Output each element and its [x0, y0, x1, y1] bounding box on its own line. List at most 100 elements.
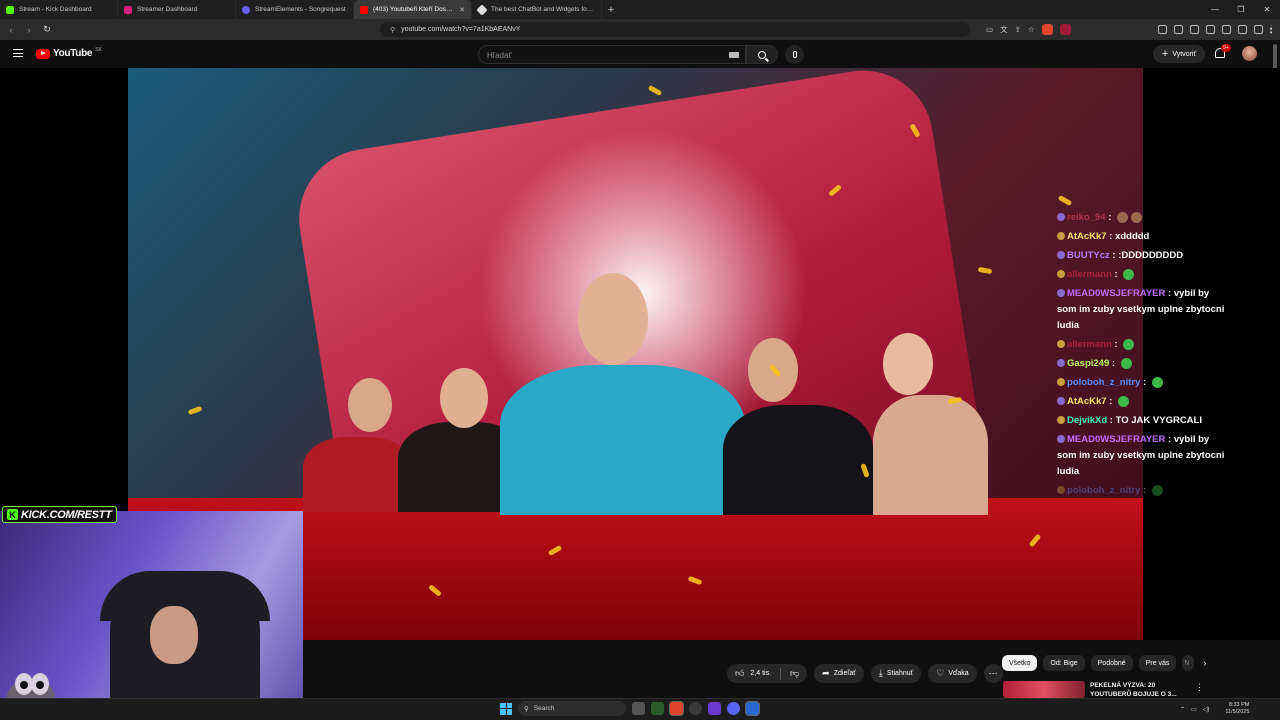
tray-chevron-icon[interactable]: ⌃ [1180, 706, 1185, 713]
thanks-label: Vďaka [948, 670, 969, 677]
chip-for-you[interactable]: Pre vás [1138, 655, 1177, 671]
system-clock[interactable]: 8:33 PM 11/5/2025 [1225, 702, 1249, 716]
chat-username: Gaspi249 [1067, 358, 1110, 369]
screen: Stream - Kick Dashboard Streamer Dashboa… [0, 0, 1280, 720]
taskbar-search[interactable]: ⚲ Search [518, 701, 626, 716]
tab-chatbot[interactable]: The best ChatBot and Widgets for Kick [472, 0, 602, 19]
chip-similar[interactable]: Podobné [1090, 655, 1133, 671]
extension-icon[interactable] [1158, 25, 1167, 34]
network-icon[interactable]: ▭ [1191, 706, 1197, 713]
windows-taskbar: ⚲ Search ⌃ ▭ ◁) 8:33 PM 11/5/2025 [0, 698, 1280, 720]
cast-icon[interactable]: ▭ [986, 25, 993, 34]
discord-icon[interactable] [727, 702, 740, 715]
more-actions-icon[interactable]: ⋯ [983, 664, 1003, 683]
voice-search-button[interactable] [785, 45, 804, 64]
keyboard-icon[interactable] [729, 52, 739, 58]
create-button[interactable]: + Vytvoriť [1153, 45, 1205, 63]
extension-icon[interactable] [1206, 25, 1215, 34]
divider [780, 667, 782, 680]
avatar[interactable] [1242, 46, 1257, 61]
badge-icon [1057, 359, 1065, 368]
close-window-icon[interactable]: ✕ [1254, 0, 1280, 19]
xbox-icon[interactable] [651, 702, 664, 715]
extension-icon[interactable] [1254, 25, 1263, 34]
address-actions: ▭ 文 ⇪ ☆ [986, 24, 1071, 35]
kick-channel-label: K KICK.COM/RESTT [2, 506, 117, 523]
chip-all[interactable]: Všetko [1002, 655, 1038, 671]
volume-icon[interactable]: ◁) [1203, 706, 1210, 713]
recommended-title[interactable]: PEKELNÁ VÝZVA: 20 YOUTUBERŮ BOJUJE O 3..… [1090, 681, 1190, 698]
tab-label: The best ChatBot and Widgets for Kick [491, 6, 595, 13]
chat-username: poloboh_z_nitry [1067, 485, 1141, 496]
chat-username: AtAcKk7 [1067, 396, 1107, 407]
chat-username: MEAD0WSJEFRAYER [1067, 288, 1166, 299]
video-actions: 👍︎ 2,4 tis. 👎︎ ➦ Zdieľať ⤓ Stiahnuť ♡ Vď… [727, 664, 1003, 683]
download-label: Stiahnuť [886, 670, 914, 677]
extension-icon[interactable] [1238, 25, 1247, 34]
url-text: youtube.com/watch?v=7a1KbAEANvY [401, 26, 521, 33]
back-icon[interactable]: ‹ [6, 25, 16, 35]
reload-icon[interactable]: ↻ [42, 24, 52, 35]
chip-truncated[interactable]: N [1182, 655, 1195, 671]
extension-icon[interactable] [1190, 25, 1199, 34]
chat-username: BUUTYcz [1067, 250, 1110, 261]
chat-message: poloboh_z_nitry : [1057, 375, 1225, 391]
spark [977, 266, 993, 275]
chat-separator: : [1109, 250, 1119, 261]
rewards-icon[interactable] [1059, 24, 1071, 35]
translate-icon[interactable]: 文 [1000, 24, 1008, 35]
brave-shield-icon[interactable] [1041, 24, 1053, 35]
thumbs-up-icon: 👍︎ [735, 668, 745, 678]
menu-icon[interactable] [1270, 25, 1274, 34]
file-explorer-icon[interactable] [632, 702, 645, 715]
clock-time: 8:33 PM [1228, 702, 1250, 708]
twitch-icon[interactable] [708, 702, 721, 715]
extension-icon[interactable] [1222, 25, 1231, 34]
recommended-menu-icon[interactable]: ⋮ [1195, 682, 1204, 693]
obs-icon[interactable] [745, 701, 760, 716]
hamburger-menu-icon[interactable] [13, 49, 23, 57]
search-icon: ⚲ [524, 705, 529, 713]
chat-separator: : [1106, 396, 1116, 407]
tab-youtube-active[interactable]: (403) Youtubeři Kteří Dostali... ✕ [354, 0, 472, 19]
tab-kick-dashboard[interactable]: Stream - Kick Dashboard [0, 0, 118, 19]
notification-badge: 9+ [1221, 44, 1231, 52]
minimize-icon[interactable]: — [1202, 0, 1228, 19]
share-icon: ➦ [822, 668, 830, 678]
bookmark-icon[interactable]: ☆ [1028, 25, 1035, 34]
country-code: SK [95, 46, 102, 53]
search-placeholder: Hľadať [487, 51, 512, 60]
search-input[interactable]: Hľadať [478, 45, 746, 64]
tab-streamer-dashboard[interactable]: Streamer Dashboard [118, 0, 236, 19]
recommended-thumbnail[interactable] [1003, 681, 1085, 698]
search-icon [758, 50, 766, 59]
plus-icon: + [1161, 48, 1169, 60]
chat-separator: : [1107, 415, 1116, 426]
chevron-right-icon[interactable]: › [1203, 658, 1206, 668]
share-page-icon[interactable]: ⇪ [1015, 25, 1021, 34]
tab-streamelements[interactable]: StreamElements - Songrequest [236, 0, 354, 19]
badge-icon [1057, 486, 1065, 495]
windows-start-icon[interactable] [500, 702, 512, 715]
search-button[interactable] [746, 45, 778, 64]
extension-icon[interactable] [1174, 25, 1183, 34]
related-filter-chips: Všetko Od: Bige Podobné Pre vás N › [1002, 655, 1206, 671]
thumbs-down-icon[interactable]: 👎︎ [790, 668, 799, 679]
new-tab-button[interactable]: + [602, 0, 620, 19]
url-field[interactable]: ⚲ youtube.com/watch?v=7a1KbAEANvY [380, 22, 970, 37]
download-button[interactable]: ⤓ Stiahnuť [870, 664, 922, 683]
thanks-button[interactable]: ♡ Vďaka [928, 664, 977, 683]
steam-icon[interactable] [689, 702, 702, 715]
site-info-icon[interactable]: ⚲ [390, 26, 395, 34]
chat-username: DejvikXd [1067, 415, 1108, 426]
youtube-logo[interactable]: YouTube SK [36, 46, 102, 59]
close-tab-icon[interactable]: ✕ [459, 6, 465, 14]
clock-date: 11/5/2025 [1225, 709, 1250, 715]
brave-browser-icon[interactable] [669, 701, 684, 716]
maximize-icon[interactable]: ❐ [1228, 0, 1254, 19]
like-button[interactable]: 👍︎ 2,4 tis. 👎︎ [727, 664, 808, 683]
chip-from-bige[interactable]: Od: Bige [1043, 655, 1085, 671]
forward-icon[interactable]: › [24, 25, 34, 35]
share-button[interactable]: ➦ Zdieľať [814, 664, 864, 683]
emote-icon [1123, 338, 1135, 350]
